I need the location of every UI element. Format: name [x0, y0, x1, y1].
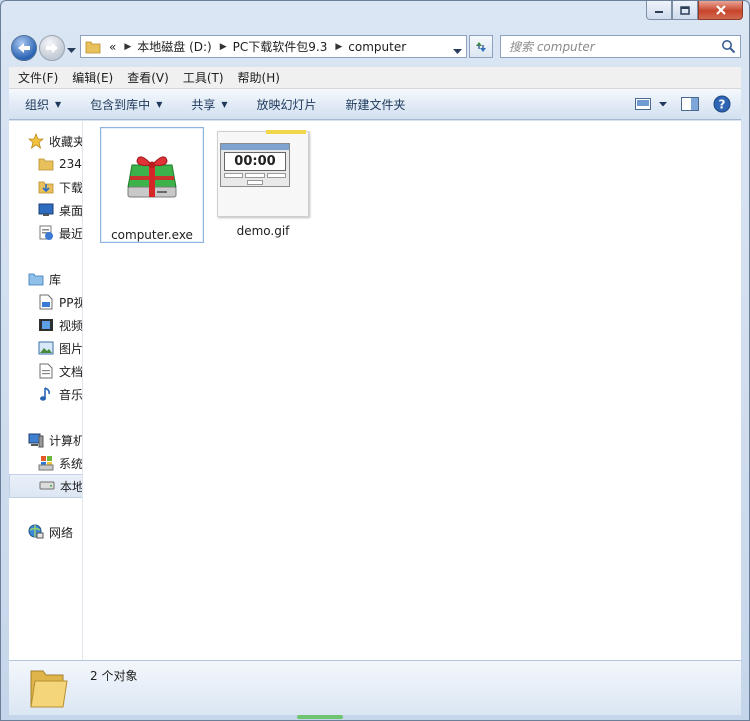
search-icon[interactable]	[721, 39, 736, 54]
arrow-left-icon	[18, 43, 30, 53]
windows-drive-icon	[38, 455, 54, 471]
nav-computer[interactable]: 计算机	[28, 429, 82, 451]
maximize-icon	[680, 5, 690, 15]
menu-bar: 文件(F) 编辑(E) 查看(V) 工具(T) 帮助(H)	[9, 67, 741, 89]
desktop-icon	[38, 202, 54, 218]
chevron-down-icon	[67, 48, 76, 53]
nav-videos[interactable]: 视频	[38, 314, 82, 336]
recent-places-icon	[38, 225, 54, 241]
refresh-button[interactable]	[469, 35, 493, 58]
breadcrumb-drive-d[interactable]: 本地磁盘 (D:) ▶	[137, 38, 232, 55]
arrow-right-icon	[46, 43, 58, 53]
chevron-down-icon	[659, 101, 667, 106]
hard-drive-icon	[39, 478, 55, 494]
file-name: computer.exe	[111, 228, 193, 242]
picture-icon	[38, 340, 54, 356]
nav-downloads[interactable]: 下载	[38, 176, 82, 198]
back-button[interactable]	[11, 35, 37, 61]
breadcrumb-pc-download[interactable]: PC下载软件包9.3 ▶	[233, 38, 349, 55]
minimize-button[interactable]	[646, 1, 672, 20]
change-view-button[interactable]	[635, 98, 667, 110]
nav-documents[interactable]: 文档	[38, 360, 82, 382]
film-icon	[38, 317, 54, 333]
include-in-library-button[interactable]: 包含到库中 ▼	[70, 89, 171, 119]
nav-recent-places[interactable]: 最近访问的位置	[38, 222, 82, 244]
nav-music[interactable]: 音乐	[38, 383, 82, 405]
breadcrumb-overflow[interactable]: «▶	[109, 40, 137, 54]
file-list: computer.exe 00:00 demo.gif	[84, 121, 741, 660]
navigation-pane: 收藏夹 234 下载 桌面 最近访问的位置 库	[9, 121, 83, 660]
command-bar: 组织 ▼ 包含到库中 ▼ 共享 ▼ 放映幻灯片 新建文件夹 ?	[9, 89, 741, 120]
file-name: demo.gif	[236, 224, 290, 238]
address-bar[interactable]: «▶ 本地磁盘 (D:) ▶ PC下载软件包9.3 ▶ computer	[80, 35, 467, 58]
chevron-down-icon: ▼	[156, 99, 163, 109]
music-note-icon	[38, 386, 54, 402]
new-folder-button[interactable]: 新建文件夹	[326, 89, 415, 119]
menu-tools[interactable]: 工具(T)	[178, 69, 229, 86]
minimize-icon	[655, 11, 663, 13]
caption-buttons	[646, 1, 743, 21]
slideshow-button[interactable]: 放映幻灯片	[237, 89, 326, 119]
close-icon	[715, 5, 726, 15]
menu-edit[interactable]: 编辑(E)	[67, 69, 118, 86]
address-history-dropdown[interactable]	[453, 44, 462, 58]
organize-button[interactable]: 组织 ▼	[9, 89, 70, 119]
view-controls: ?	[635, 89, 731, 119]
svg-text:?: ?	[719, 98, 726, 112]
network-icon	[28, 524, 44, 540]
computer-icon	[28, 432, 44, 448]
nav-local-disk-d[interactable]: 本地磁盘 (D:)	[9, 474, 82, 498]
preview-pane-icon[interactable]	[681, 97, 699, 111]
search-box[interactable]	[500, 35, 741, 58]
nav-libraries[interactable]: 库	[28, 268, 61, 290]
nav-pp-video[interactable]: PP视频	[38, 291, 82, 313]
nav-desktop[interactable]: 桌面	[38, 199, 82, 221]
document-icon	[38, 294, 54, 310]
search-input[interactable]	[501, 36, 711, 57]
menu-help[interactable]: 帮助(H)	[233, 69, 285, 86]
star-icon	[28, 133, 44, 149]
maximize-button[interactable]	[672, 1, 698, 20]
explorer-window: «▶ 本地磁盘 (D:)▶ PC下载软件包9.3▶ computer 文件(F)…	[0, 0, 750, 721]
folder-icon	[38, 156, 54, 172]
timer-preview-thumbnail: 00:00	[217, 130, 309, 217]
file-demo-gif[interactable]: 00:00 demo.gif	[211, 127, 315, 243]
share-button[interactable]: 共享 ▼	[171, 89, 236, 119]
item-count: 2 个对象	[90, 669, 138, 683]
folder-icon	[30, 670, 68, 708]
forward-button[interactable]	[39, 35, 65, 61]
details-pane: 2 个对象	[9, 660, 741, 715]
file-computer-exe[interactable]: computer.exe	[100, 127, 204, 243]
view-thumbnails-icon	[635, 98, 651, 110]
chevron-down-icon: ▼	[221, 99, 228, 109]
chevron-down-icon	[453, 49, 462, 54]
help-icon[interactable]: ?	[713, 95, 731, 113]
content-area: 收藏夹 234 下载 桌面 最近访问的位置 库	[9, 121, 741, 660]
nav-system-drive[interactable]: 系统 (C:)	[38, 452, 82, 474]
progress-hint	[297, 715, 343, 719]
nav-network[interactable]: 网络	[28, 521, 73, 543]
chevron-down-icon: ▼	[55, 99, 62, 109]
address-row: «▶ 本地磁盘 (D:) ▶ PC下载软件包9.3 ▶ computer	[1, 31, 749, 61]
download-folder-icon	[38, 179, 54, 195]
refresh-icon	[476, 41, 486, 52]
document-icon	[38, 363, 54, 379]
breadcrumb-computer[interactable]: computer	[348, 40, 406, 54]
timer-display: 00:00	[234, 154, 276, 169]
nav-favorites[interactable]: 收藏夹	[28, 130, 82, 152]
nav-folder-234[interactable]: 234	[38, 153, 82, 175]
recent-pages-dropdown[interactable]	[67, 43, 76, 57]
library-icon	[28, 271, 44, 287]
nav-pictures[interactable]: 图片	[38, 337, 82, 359]
menu-view[interactable]: 查看(V)	[122, 69, 174, 86]
folder-icon	[85, 41, 101, 53]
close-button[interactable]	[698, 1, 743, 20]
gift-drive-icon	[104, 131, 200, 221]
menu-file[interactable]: 文件(F)	[13, 69, 63, 86]
